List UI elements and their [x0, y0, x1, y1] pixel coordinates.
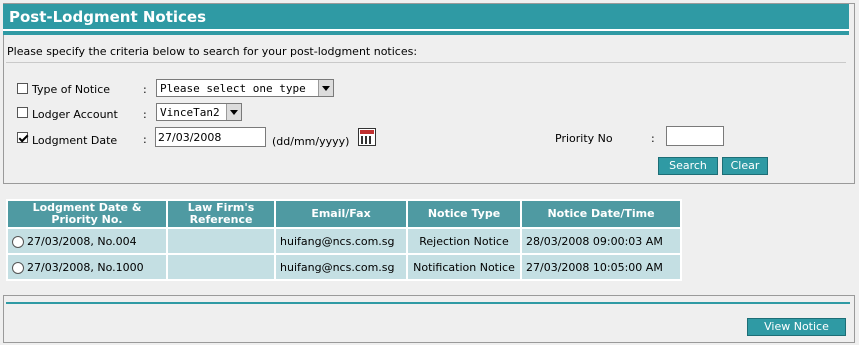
- notice-type-colon: :: [143, 83, 147, 96]
- divider: [6, 62, 846, 63]
- column-header-type: Notice Type: [408, 201, 520, 227]
- lodger-account-checkbox[interactable]: [17, 107, 28, 118]
- header-text: Reference: [189, 213, 253, 226]
- table-row[interactable]: 27/03/2008, No.004 huifang@ncs.com.sg Re…: [8, 229, 680, 253]
- notice-type-checkbox[interactable]: [17, 83, 28, 94]
- chevron-down-icon[interactable]: [226, 104, 241, 120]
- date-priority-cell[interactable]: 27/03/2008, No.1000: [8, 255, 166, 279]
- lodger-account-value: VinceTan2: [160, 106, 220, 119]
- notice-type-cell: Notification Notice: [408, 255, 520, 279]
- lodger-account-label: Lodger Account: [32, 108, 118, 121]
- header-text: Priority No.: [51, 213, 123, 226]
- email-cell: huifang@ncs.com.sg: [276, 229, 406, 253]
- clear-button[interactable]: Clear: [722, 157, 768, 175]
- chevron-down-icon[interactable]: [318, 80, 333, 96]
- instruction-text: Please specify the criteria below to sea…: [7, 45, 418, 58]
- column-header-email: Email/Fax: [276, 201, 406, 227]
- title-bar: Post-Lodgment Notices: [3, 4, 849, 31]
- lodger-account-colon: :: [143, 108, 147, 121]
- priority-no-label: Priority No: [555, 132, 613, 145]
- notice-type-value: Please select one type: [160, 82, 306, 95]
- title-underline: [3, 31, 849, 35]
- results-table: Lodgment Date & Priority No. Law Firm's …: [6, 199, 682, 281]
- row-radio[interactable]: [12, 235, 24, 248]
- priority-no-input[interactable]: [666, 126, 724, 146]
- notice-date-cell: 28/03/2008 09:00:03 AM: [522, 229, 680, 253]
- priority-no-colon: :: [651, 132, 655, 145]
- column-header-date: Lodgment Date & Priority No.: [8, 201, 166, 227]
- view-notice-button[interactable]: View Notice: [747, 318, 846, 336]
- lodgment-date-checkbox[interactable]: [17, 132, 28, 143]
- calendar-icon[interactable]: [358, 128, 376, 146]
- date-priority-cell[interactable]: 27/03/2008, No.004: [8, 229, 166, 253]
- cell-text: 27/03/2008, No.004: [27, 234, 137, 248]
- email-cell: huifang@ncs.com.sg: [276, 255, 406, 279]
- table-row[interactable]: 27/03/2008, No.1000 huifang@ncs.com.sg N…: [8, 255, 680, 279]
- notice-type-cell: Rejection Notice: [408, 229, 520, 253]
- calendar-icon-grid: [361, 136, 373, 144]
- reference-cell: [168, 229, 274, 253]
- lodgment-date-input[interactable]: [155, 127, 266, 147]
- column-header-reference: Law Firm's Reference: [168, 201, 274, 227]
- action-bar-rule: [6, 302, 850, 304]
- reference-cell: [168, 255, 274, 279]
- search-button[interactable]: Search: [658, 157, 718, 175]
- lodgment-date-colon: :: [143, 133, 147, 146]
- notice-type-select[interactable]: Please select one type: [156, 79, 334, 97]
- column-header-notice-date: Notice Date/Time: [522, 201, 680, 227]
- date-format-hint: (dd/mm/yyyy): [272, 135, 350, 148]
- lodger-account-select[interactable]: VinceTan2: [156, 103, 242, 121]
- page-title: Post-Lodgment Notices: [9, 8, 206, 26]
- cell-text: 27/03/2008, No.1000: [27, 260, 144, 274]
- lodgment-date-label: Lodgment Date: [32, 134, 118, 147]
- row-radio[interactable]: [12, 261, 24, 274]
- notice-type-label: Type of Notice: [32, 83, 111, 96]
- table-header-row: Lodgment Date & Priority No. Law Firm's …: [8, 201, 680, 227]
- notice-date-cell: 27/03/2008 10:05:00 AM: [522, 255, 680, 279]
- calendar-icon-header: [360, 130, 374, 134]
